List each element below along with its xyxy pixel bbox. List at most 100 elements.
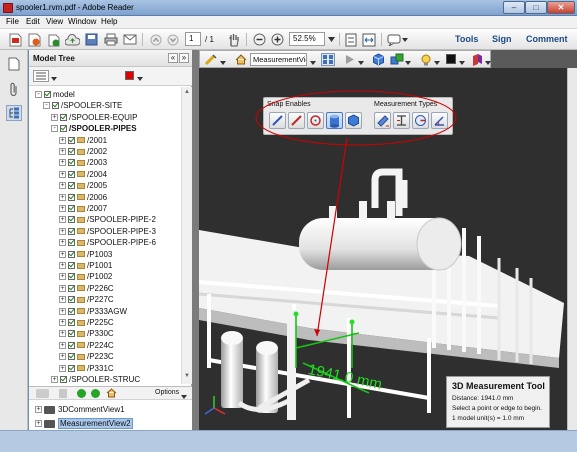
list-view-icon[interactable] xyxy=(33,70,49,82)
expand-node-icon[interactable]: + xyxy=(59,170,66,178)
visibility-checkbox[interactable] xyxy=(68,205,75,212)
visibility-checkbox[interactable] xyxy=(68,262,75,269)
expand-node-icon[interactable]: + xyxy=(59,205,66,212)
close-button[interactable]: ✕ xyxy=(547,1,575,14)
collapse-node-icon[interactable]: - xyxy=(51,125,58,133)
projection-cube-icon[interactable] xyxy=(372,53,385,68)
tools-pane-link[interactable]: Tools xyxy=(455,34,478,44)
visibility-checkbox[interactable] xyxy=(68,364,75,372)
view-item-label[interactable]: MeasurementView2 xyxy=(58,418,133,429)
collapse-node-icon[interactable]: - xyxy=(43,102,50,110)
tree-node[interactable]: - /SPOOLER-SITE xyxy=(43,100,122,111)
tree-node[interactable]: + /2005 xyxy=(59,180,107,191)
print-icon[interactable] xyxy=(103,32,118,47)
visibility-checkbox[interactable] xyxy=(52,102,59,110)
color-dropdown-icon[interactable] xyxy=(137,74,143,83)
cross-section-icon[interactable] xyxy=(471,53,484,68)
sign-pane-link[interactable]: Sign xyxy=(492,34,512,44)
visibility-checkbox[interactable] xyxy=(68,296,75,304)
views-options-dropdown-icon[interactable] xyxy=(181,392,187,401)
tree-node-label[interactable]: /P225C xyxy=(87,318,114,327)
expand-node-icon[interactable]: + xyxy=(59,250,66,258)
tree-node[interactable]: - /SPOOLER-PIPES xyxy=(51,123,137,134)
expand-node-icon[interactable]: + xyxy=(59,273,66,281)
tree-node[interactable]: + /2006 xyxy=(59,192,107,203)
toggle-model-tree-icon[interactable] xyxy=(321,53,335,66)
maximize-button[interactable]: □ xyxy=(525,1,547,14)
visibility-checkbox[interactable] xyxy=(68,307,75,315)
tree-node-label[interactable]: /SPOOLER-STRUC xyxy=(69,375,140,384)
expand-view-icon[interactable]: + xyxy=(35,420,42,427)
menu-view[interactable]: View xyxy=(46,17,63,26)
visibility-checkbox[interactable] xyxy=(68,136,75,144)
tree-node-label[interactable]: /2005 xyxy=(87,181,107,190)
background-color-swatch[interactable] xyxy=(446,54,456,64)
scroll-down-icon[interactable]: ▼ xyxy=(183,373,191,381)
views-select-dropdown-icon[interactable] xyxy=(310,58,316,67)
animation-dropdown-icon[interactable] xyxy=(358,58,364,67)
tree-node[interactable]: + /P226C xyxy=(59,283,114,294)
tree-node-label[interactable]: /2001 xyxy=(87,136,107,145)
fit-page-icon[interactable] xyxy=(343,32,358,47)
play-animation-icon[interactable] xyxy=(345,54,355,67)
expand-node-icon[interactable]: + xyxy=(59,353,66,361)
expand-node-icon[interactable]: + xyxy=(59,239,66,247)
tree-node[interactable]: + /2002 xyxy=(59,146,107,157)
tree-node-label[interactable]: /2004 xyxy=(87,170,107,179)
tree-node-label[interactable]: /P1003 xyxy=(87,250,112,259)
expand-node-icon[interactable]: + xyxy=(59,330,66,338)
collapse-node-icon[interactable]: - xyxy=(35,91,42,98)
tree-node-label[interactable]: /P224C xyxy=(87,341,114,350)
visibility-checkbox[interactable] xyxy=(68,227,75,235)
scroll-up-icon[interactable]: ▲ xyxy=(183,89,191,97)
expand-node-icon[interactable]: + xyxy=(59,193,66,201)
expand-node-icon[interactable]: + xyxy=(59,284,66,292)
save-icon[interactable] xyxy=(84,32,99,47)
menu-edit[interactable]: Edit xyxy=(26,17,40,26)
tree-node[interactable]: + /P227C xyxy=(59,294,114,305)
tree-node-label[interactable]: model xyxy=(53,90,75,99)
document-scrollbar[interactable] xyxy=(567,68,577,430)
expand-node-icon[interactable]: + xyxy=(59,227,66,235)
tree-node-label[interactable]: /P331C xyxy=(87,364,114,373)
visibility-checkbox[interactable] xyxy=(68,330,75,338)
model-tree-icon[interactable] xyxy=(6,105,22,121)
render-mode-dropdown-icon[interactable] xyxy=(405,58,411,67)
expand-node-icon[interactable]: + xyxy=(51,113,58,121)
page-number-input[interactable]: 1 xyxy=(185,32,201,46)
3d-tools-dropdown-icon[interactable] xyxy=(220,58,226,67)
lighting-icon[interactable] xyxy=(419,53,433,68)
tree-node-label[interactable]: /P223C xyxy=(87,352,114,361)
tree-node[interactable]: + /SPOOLER-PIPE-2 xyxy=(59,214,156,225)
background-color-dropdown-icon[interactable] xyxy=(459,58,465,67)
previous-page-icon[interactable] xyxy=(148,32,163,47)
tree-node[interactable]: + /SPOOLER-PIPE-6 xyxy=(59,237,156,248)
expand-view-icon[interactable]: + xyxy=(35,406,42,413)
tree-node-label[interactable]: /P226C xyxy=(87,284,114,293)
tree-node[interactable]: + /SPOOLER-STRUC xyxy=(51,374,140,384)
tree-node-label[interactable]: /2007 xyxy=(87,204,107,213)
expand-node-icon[interactable]: + xyxy=(59,159,66,167)
tree-node-label[interactable]: /P227C xyxy=(87,295,114,304)
visibility-checkbox[interactable] xyxy=(68,250,75,258)
tree-node-label[interactable]: /SPOOLER-PIPE-3 xyxy=(87,227,156,236)
expand-node-icon[interactable]: + xyxy=(59,341,66,349)
view-item[interactable]: + MeasurementView2 xyxy=(35,418,133,429)
visibility-checkbox[interactable] xyxy=(68,193,75,201)
tree-node-label[interactable]: /SPOOLER-EQUIP xyxy=(69,113,137,122)
tree-node[interactable]: + /SPOOLER-EQUIP xyxy=(51,112,137,123)
tree-node[interactable]: + /2003 xyxy=(59,157,107,168)
visibility-checkbox[interactable] xyxy=(68,284,75,292)
tree-node[interactable]: + /2004 xyxy=(59,169,107,180)
tree-scrollbar[interactable]: ▲ ▼ xyxy=(181,87,192,384)
zoom-out-icon[interactable] xyxy=(252,32,267,47)
visibility-checkbox[interactable] xyxy=(68,170,75,178)
zoom-in-icon[interactable] xyxy=(270,32,285,47)
expand-node-icon[interactable]: + xyxy=(59,148,66,155)
view-options-dropdown-icon[interactable] xyxy=(51,74,57,83)
visibility-checkbox[interactable] xyxy=(68,239,75,247)
lighting-dropdown-icon[interactable] xyxy=(434,58,440,67)
view-item[interactable]: +3DCommentView1 xyxy=(35,404,125,415)
delete-view-icon[interactable] xyxy=(59,389,67,398)
color-swatch[interactable] xyxy=(125,71,134,80)
